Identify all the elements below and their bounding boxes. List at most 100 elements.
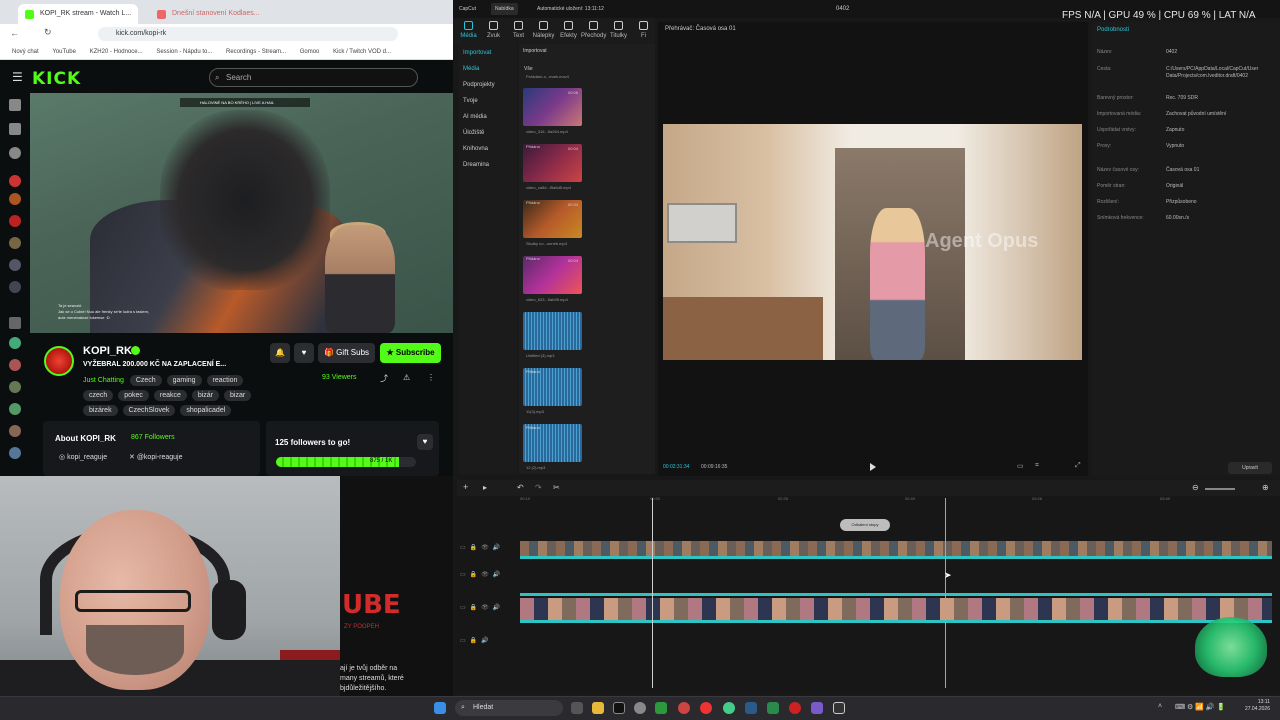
settings-icon[interactable]	[634, 702, 646, 714]
tab-audio[interactable]: Zvuk	[481, 21, 506, 39]
nav-dreamina[interactable]: Dreamina	[463, 162, 489, 168]
bookmark[interactable]: YouTube	[52, 49, 76, 55]
modify-button[interactable]: Upravit	[1228, 462, 1272, 474]
windows-start-icon[interactable]	[434, 702, 446, 714]
filter-all[interactable]: Vše	[524, 66, 533, 72]
follow-heart-button[interactable]: ♥	[294, 343, 314, 363]
track-controls[interactable]: ▭🔒👁🔊	[460, 544, 504, 551]
steam-icon[interactable]	[745, 702, 757, 714]
track-controls[interactable]: ▭🔒👁🔊	[460, 571, 504, 578]
play-icon[interactable]	[870, 463, 876, 471]
more-icon[interactable]: ⋮	[427, 373, 435, 382]
nav-ai-media[interactable]: AI média	[463, 114, 487, 120]
taskview-icon[interactable]	[571, 702, 583, 714]
tag[interactable]: bizar	[224, 390, 252, 401]
taskbar-search[interactable]: ⌕ Hledat	[455, 700, 563, 716]
nav-import[interactable]: Importovat	[463, 50, 491, 56]
tab-captions[interactable]: Titulky	[606, 21, 631, 39]
zoom-in-icon[interactable]: ⊕	[1262, 483, 1269, 492]
followed-channel-avatar[interactable]	[9, 175, 21, 187]
social-link-instagram[interactable]: ◎ kopi_reaguje	[59, 453, 107, 461]
track-controls[interactable]: ▭🔒🔊	[460, 637, 493, 644]
aspect-icon[interactable]: ▭	[1017, 462, 1024, 470]
share-icon[interactable]: ⤴	[380, 373, 388, 384]
followed-channel-avatar[interactable]	[9, 281, 21, 293]
nav-subprojects[interactable]: Podprojekty	[463, 82, 495, 88]
tag[interactable]: bizár	[191, 390, 220, 401]
zoom-slider[interactable]	[1205, 488, 1235, 490]
chrome-icon[interactable]	[723, 702, 735, 714]
tag[interactable]: pokec	[118, 390, 149, 401]
back-icon[interactable]: ←	[10, 28, 19, 38]
redo-icon[interactable]: ↷	[535, 483, 542, 492]
tag[interactable]: czech	[83, 390, 114, 401]
menu-icon[interactable]: ☰	[12, 70, 23, 84]
recommended-channel-avatar[interactable]	[9, 447, 21, 459]
system-clock[interactable]: 13:11 27.04.2026	[1238, 699, 1270, 713]
explorer-icon[interactable]	[592, 702, 604, 714]
social-link-x[interactable]: ✕ @kopi-reaguje	[129, 453, 182, 461]
menu-button[interactable]: Nabídka	[491, 3, 518, 15]
tag[interactable]: bizárek	[83, 405, 118, 416]
followed-channel-avatar[interactable]	[9, 215, 21, 227]
track-controls[interactable]: ▭🔒👁🔊	[460, 604, 504, 611]
report-icon[interactable]: ⚠	[403, 373, 410, 382]
tab-transitions[interactable]: Přechody	[581, 21, 606, 39]
recorder-icon[interactable]	[789, 702, 801, 714]
tray-chevron-icon[interactable]: ˄	[1158, 703, 1162, 710]
bookmark[interactable]: Kick / Twitch VOD d...	[333, 49, 391, 55]
notification-bell-button[interactable]: 🔔	[270, 343, 290, 363]
import-button[interactable]: Importovat	[523, 48, 547, 54]
split-icon[interactable]: ✂	[553, 483, 560, 492]
timeline-ruler[interactable]: 00:10 00:20 02:25 02:40 03:26 03:40	[520, 496, 1272, 506]
nav-storage[interactable]: Úložiště	[463, 130, 484, 136]
video-track-2[interactable]	[520, 598, 1272, 620]
address-bar[interactable]: kick.com/kopi-rk	[98, 27, 398, 41]
browse-icon[interactable]	[9, 123, 21, 135]
following-icon[interactable]	[9, 147, 21, 159]
excel-icon[interactable]	[767, 702, 779, 714]
fullscreen-icon[interactable]: ⤢	[1075, 462, 1081, 470]
followed-channel-avatar[interactable]	[9, 259, 21, 271]
tag[interactable]: Czech	[129, 375, 162, 386]
expand-icon[interactable]	[9, 317, 21, 329]
recommended-channel-avatar[interactable]	[9, 381, 21, 393]
channel-avatar[interactable]	[44, 346, 74, 376]
audio-thumbnail[interactable]	[523, 312, 582, 350]
bookmark[interactable]: Recordings - Stream...	[226, 49, 286, 55]
nav-yours[interactable]: Tvoje	[463, 98, 478, 104]
tab-filters[interactable]: Fi	[631, 21, 656, 39]
followed-channel-avatar[interactable]	[9, 237, 21, 249]
bookmark[interactable]: KZH20 - Hodnoce...	[90, 49, 143, 55]
tab-text[interactable]: Text	[506, 21, 531, 39]
tag[interactable]: reakce	[153, 390, 187, 401]
tiktok-icon[interactable]	[613, 702, 625, 714]
followed-channel-avatar[interactable]	[9, 193, 21, 205]
kick-logo[interactable]: KICK	[32, 69, 81, 89]
gift-subs-button[interactable]: 🎁 Gift Subs	[318, 343, 375, 363]
tab-media[interactable]: Média	[456, 21, 481, 39]
tag[interactable]: shopalicadel	[180, 405, 232, 416]
recommended-channel-avatar[interactable]	[9, 403, 21, 415]
goal-follow-button[interactable]: ♥	[417, 434, 433, 450]
subscribe-button[interactable]: ★ Subscribe	[380, 343, 441, 363]
crop-icon[interactable]: ⌗	[1035, 462, 1039, 470]
playhead[interactable]	[652, 498, 653, 688]
tab-effects[interactable]: Efekty	[556, 21, 581, 39]
category-link[interactable]: Just Chatting	[83, 377, 124, 384]
search-input[interactable]: ⌕ Search	[209, 68, 418, 87]
recommended-channel-avatar[interactable]	[9, 359, 21, 371]
select-tool-icon[interactable]: ▸	[483, 483, 487, 492]
tag[interactable]: reaction	[206, 375, 244, 386]
recommended-channel-avatar[interactable]	[9, 337, 21, 349]
browser-tab-active[interactable]: KOPI_RK stream - Watch L...	[18, 4, 138, 24]
home-icon[interactable]	[9, 99, 21, 111]
capcut-taskbar-icon[interactable]	[833, 702, 845, 714]
bookmark[interactable]: Gomoo	[300, 49, 320, 55]
tag[interactable]: CzechSlovek	[122, 405, 176, 416]
app-icon[interactable]	[678, 702, 690, 714]
browser-tab[interactable]: Dnešní stanovení Kodlaes...	[150, 4, 260, 24]
recommended-channel-avatar[interactable]	[9, 425, 21, 437]
video-track-1[interactable]	[520, 541, 1272, 557]
zoom-out-icon[interactable]: ⊖	[1192, 483, 1199, 492]
